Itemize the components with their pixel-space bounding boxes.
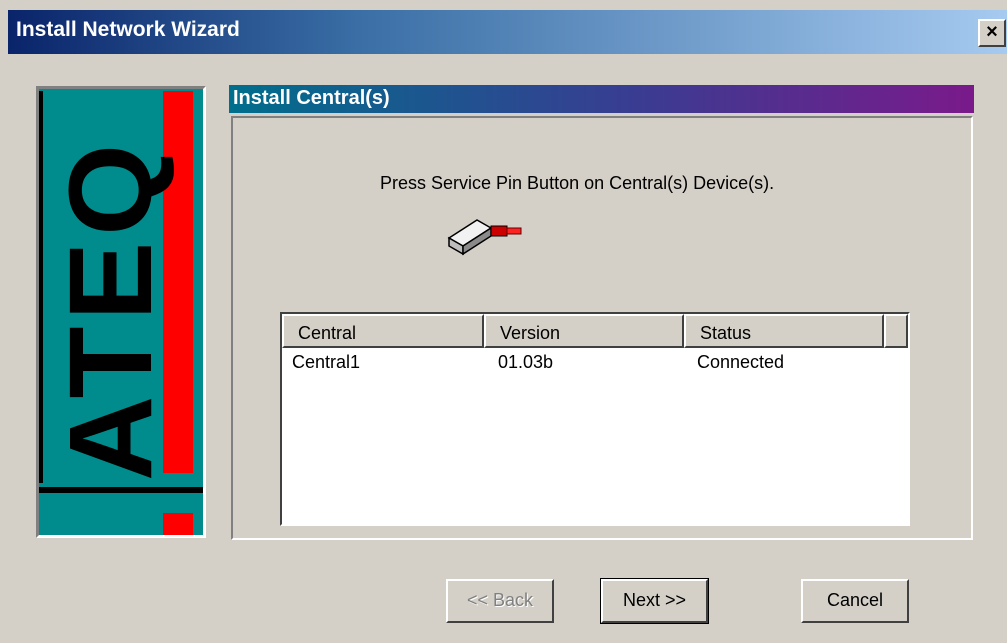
section-header: Install Central(s)	[229, 85, 974, 113]
column-header-central[interactable]: Central	[282, 314, 484, 348]
list-header: Central Version Status	[282, 314, 908, 348]
table-row[interactable]: Central1 01.03b Connected	[282, 352, 908, 378]
cell-status: Connected	[697, 352, 785, 372]
centrals-list[interactable]: Central Version Status Central1 01.03b C…	[280, 312, 910, 526]
back-button[interactable]: << Back	[446, 579, 554, 623]
device-with-service-pin-icon	[447, 208, 527, 258]
close-button[interactable]: ×	[978, 19, 1006, 47]
title-bar[interactable]: Install Network Wizard ×	[8, 10, 1007, 54]
section-title: Install Central(s)	[233, 87, 390, 109]
ateq-logo: ATEQ	[36, 86, 206, 538]
wizard-window: Install Network Wizard × ATEQ Install Ce…	[0, 0, 1007, 643]
close-icon: ×	[986, 21, 998, 43]
column-header-status[interactable]: Status	[684, 314, 884, 348]
next-button[interactable]: Next >>	[600, 578, 709, 624]
window-title: Install Network Wizard	[16, 18, 240, 41]
cell-central: Central1	[292, 352, 361, 372]
cancel-button[interactable]: Cancel	[801, 579, 909, 623]
instruction-text: Press Service Pin Button on Central(s) D…	[380, 173, 775, 193]
column-header-filler	[884, 314, 908, 348]
column-header-version[interactable]: Version	[484, 314, 684, 348]
logo-text: ATEQ	[45, 138, 177, 481]
cell-version: 01.03b	[498, 352, 554, 372]
